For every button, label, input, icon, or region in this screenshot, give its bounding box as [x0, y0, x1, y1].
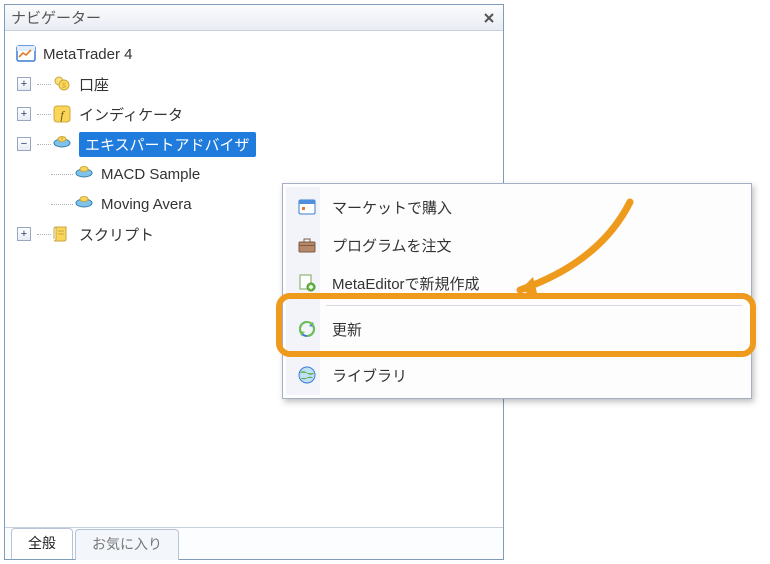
- panel-title: ナビゲーター: [11, 7, 101, 28]
- expand-icon[interactable]: +: [17, 77, 31, 91]
- tree-label: スクリプト: [79, 224, 154, 245]
- panel-titlebar: ナビゲーター: [5, 5, 503, 31]
- menu-refresh[interactable]: 更新: [286, 310, 748, 348]
- context-menu: マーケットで購入 プログラムを注文 MetaEditorで新規作成: [282, 183, 752, 399]
- script-icon: [51, 223, 73, 245]
- menu-separator: [326, 305, 742, 307]
- tree-node-root[interactable]: MetaTrader 4: [9, 39, 499, 69]
- tab-general[interactable]: 全般: [11, 528, 73, 559]
- expand-icon[interactable]: +: [17, 227, 31, 241]
- tree-label: MACD Sample: [101, 166, 200, 183]
- tree-node-indicators[interactable]: + f インディケータ: [9, 99, 499, 129]
- app-icon: [15, 43, 37, 65]
- menu-separator: [326, 351, 742, 353]
- svg-text:$: $: [62, 83, 66, 90]
- menu-metaeditor-create[interactable]: MetaEditorで新規作成: [286, 264, 748, 302]
- tree-label: Moving Avera: [101, 196, 192, 213]
- menu-order-program[interactable]: プログラムを注文: [286, 226, 748, 264]
- tree-label: インディケータ: [79, 104, 183, 125]
- accounts-icon: $: [51, 73, 73, 95]
- tree-label: MetaTrader 4: [43, 46, 132, 63]
- calendar-icon: [296, 196, 318, 218]
- menu-library[interactable]: ライブラリ: [286, 356, 748, 394]
- tree-node-accounts[interactable]: + $ 口座: [9, 69, 499, 99]
- tree-label-selected: エキスパートアドバイザ: [79, 132, 256, 157]
- panel-tabs: 全般 お気に入り: [5, 527, 503, 559]
- tree-label: 口座: [79, 74, 109, 95]
- menu-label: プログラムを注文: [332, 235, 452, 256]
- refresh-icon: [296, 318, 318, 340]
- close-icon[interactable]: [481, 10, 497, 26]
- indicators-icon: f: [51, 103, 73, 125]
- tree-node-experts[interactable]: − エキスパートアドバイザ: [9, 129, 499, 159]
- menu-label: MetaEditorで新規作成: [332, 273, 480, 294]
- globe-icon: [296, 364, 318, 386]
- metaeditor-icon: [296, 272, 318, 294]
- briefcase-icon: [296, 234, 318, 256]
- expert-advisor-icon: [73, 193, 95, 215]
- tab-favorites[interactable]: お気に入り: [75, 529, 179, 560]
- menu-label: ライブラリ: [332, 365, 407, 386]
- menu-label: マーケットで購入: [332, 197, 452, 218]
- expert-advisor-icon: [73, 163, 95, 185]
- menu-label: 更新: [332, 319, 362, 340]
- expand-icon[interactable]: +: [17, 107, 31, 121]
- collapse-icon[interactable]: −: [17, 137, 31, 151]
- expert-advisor-icon: [51, 133, 73, 155]
- menu-buy-market[interactable]: マーケットで購入: [286, 188, 748, 226]
